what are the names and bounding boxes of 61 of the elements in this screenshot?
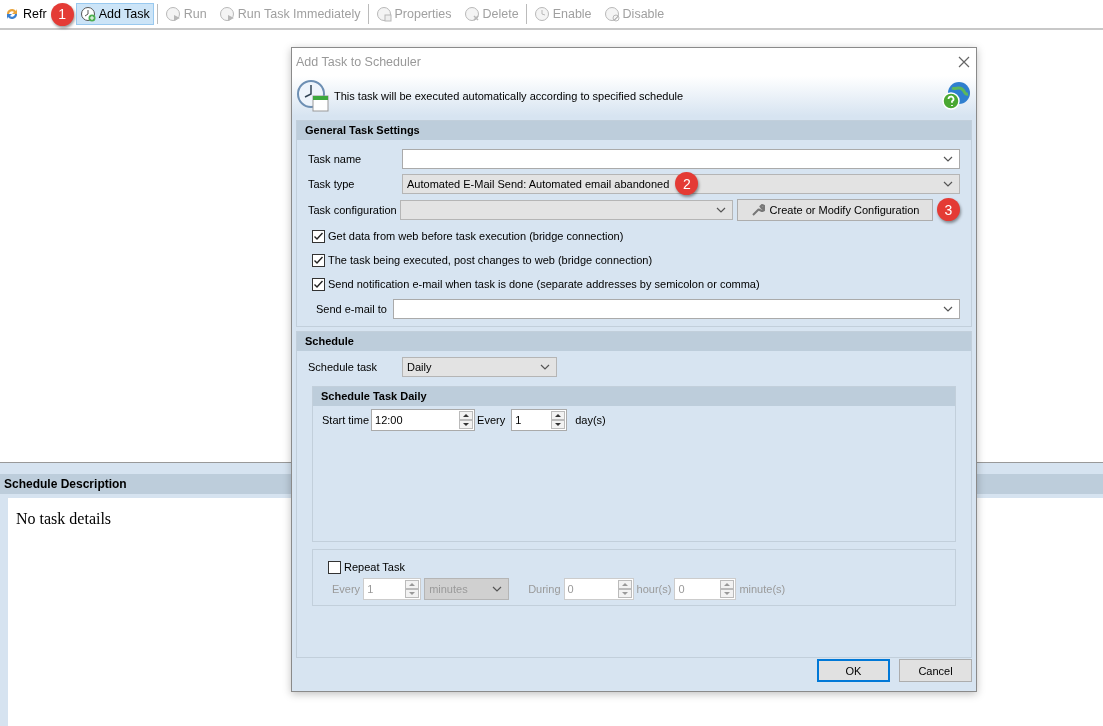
field-label: Start time <box>322 414 370 426</box>
description-text: No task details <box>16 510 112 527</box>
every-days-spinbox[interactable]: 1 <box>511 409 568 431</box>
caret-icon <box>492 586 503 592</box>
configuration-button[interactable]: Create or Modify Configuration <box>737 198 933 221</box>
hours-spinbox[interactable]: 0 <box>563 578 634 600</box>
help-globe-icon[interactable] <box>940 80 972 112</box>
field-label: Task type <box>308 177 356 190</box>
spin-arrows-icon[interactable] <box>459 411 474 429</box>
dialog-title: Add Task to Scheduler <box>296 55 421 69</box>
checkbox[interactable] <box>312 253 325 267</box>
field-label: Schedule task <box>308 361 379 373</box>
wrench-icon <box>750 202 765 217</box>
close-icon[interactable] <box>958 56 970 68</box>
step-number-badge: 2 <box>675 172 699 195</box>
info-text: This task will be executed automatically according to specified schedule <box>334 90 685 102</box>
checkbox-label: The task being executed, post changes to web (bridge connection) <box>328 254 653 266</box>
caret-icon <box>943 306 953 312</box>
checkbox-label: Repeat Task <box>344 561 405 573</box>
schedule-dropdown[interactable]: Daily <box>402 357 557 377</box>
step-number-badge: 1 <box>50 2 74 26</box>
checkbox[interactable] <box>312 229 325 243</box>
caret-icon <box>943 155 953 162</box>
checkbox-label: Get data from web before task execution (bridge connection) <box>328 230 624 242</box>
field-label: Every <box>477 414 506 426</box>
field-label: Every <box>332 583 361 595</box>
clock-disable-icon <box>603 6 620 22</box>
unit-label: hour(s) <box>636 583 672 595</box>
field-label: Task configuration <box>308 203 396 216</box>
unit-label: minute(s) <box>739 583 786 595</box>
caret-icon <box>943 180 953 187</box>
spin-arrows-icon[interactable] <box>551 411 566 429</box>
section-header: General Task Settings <box>297 121 971 140</box>
ok-button[interactable]: OK <box>817 659 890 682</box>
checkbox[interactable] <box>312 277 325 291</box>
task-type-dropdown[interactable]: Automated E-Mail Send: Automated email abandoned 2 <box>402 173 960 194</box>
checkbox-label: Send notification e-mail when task is done (separate addresses by semicolon or comma) <box>328 278 760 290</box>
clock-calendar-icon <box>296 79 330 113</box>
refresh-icon <box>4 6 20 22</box>
clock-delete-icon <box>463 6 480 22</box>
caret-icon <box>540 364 550 370</box>
field-label: Task name <box>308 152 363 165</box>
checkbox[interactable] <box>328 560 341 574</box>
minutes-spinbox[interactable]: 0 <box>674 578 737 600</box>
clock-enable-icon <box>533 6 550 22</box>
clock-run-icon <box>164 6 181 22</box>
caret-icon <box>716 206 726 213</box>
step-number-badge: 3 <box>937 198 960 221</box>
toolbar-button[interactable]: Refr <box>0 3 51 25</box>
cancel-button[interactable]: Cancel <box>899 659 972 682</box>
field-label: During <box>528 583 561 595</box>
clock-properties-icon <box>375 6 392 22</box>
field-label: Send e-mail to <box>315 303 387 315</box>
toolbar-button[interactable]: Add Task <box>75 3 154 25</box>
clock-add-icon <box>79 6 96 22</box>
unit-label: day(s) <box>575 414 606 426</box>
start-time-spinbox[interactable]: 12:00 <box>371 409 476 431</box>
section-header: Schedule <box>297 332 971 351</box>
group-header: Schedule Task Daily <box>313 387 955 406</box>
repeat-every-spinbox[interactable]: 1 <box>363 578 422 600</box>
clock-run-icon <box>218 6 235 22</box>
